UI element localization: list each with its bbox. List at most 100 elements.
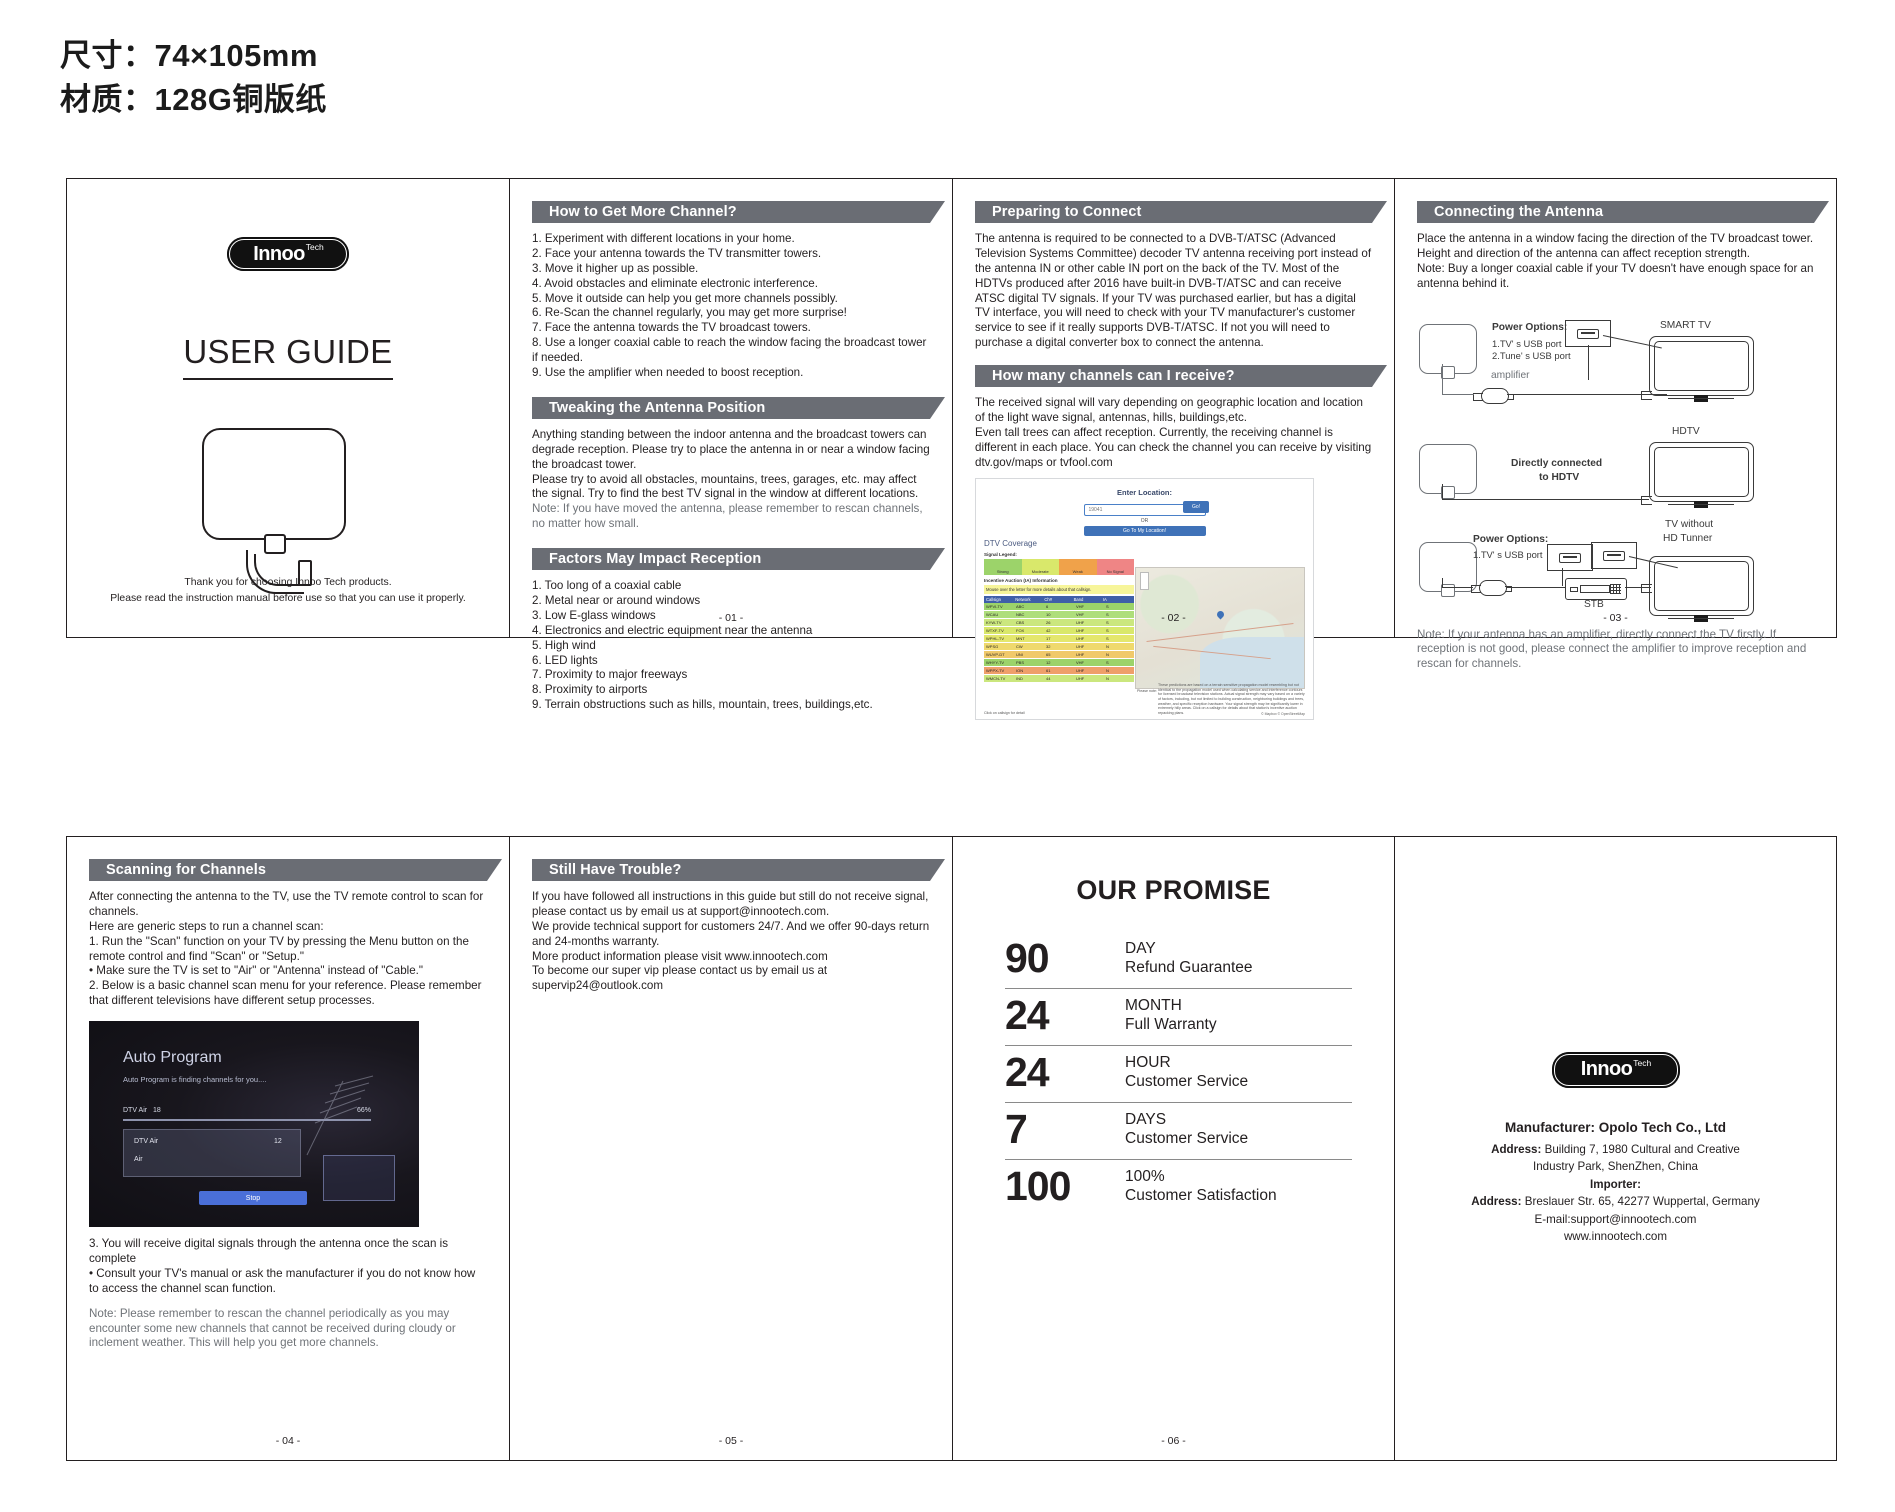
amplifier-label: amplifier — [1491, 369, 1530, 381]
promise-number: 24 — [1005, 1049, 1050, 1095]
promise-line-2: Customer Service — [1125, 1072, 1249, 1090]
table-row[interactable]: WPPX-TV ION 61 UHF N — [984, 667, 1134, 676]
list-item: 6. Re-Scan the channel regularly, you ma… — [532, 306, 847, 320]
paragraph: Place the antenna in a window facing the… — [1417, 232, 1814, 245]
cover-thanks-2: Please read the instruction manual befor… — [110, 592, 466, 604]
enter-location-label: Enter Location: — [1116, 487, 1172, 497]
map-zoom-control[interactable] — [1140, 571, 1149, 590]
scan-row-label: DTV Air 18 — [123, 1107, 161, 1115]
promise-list: 90 DAY Refund Guarantee 24 MONTH Full Wa… — [1005, 932, 1352, 1216]
section-heading-more-channel: How to Get More Channel? — [532, 201, 945, 223]
promise-line-2: Customer Satisfaction — [1125, 1186, 1277, 1204]
scan-secondary-panel — [323, 1155, 395, 1202]
cover-footer: Thank you for choosing Innoo Tech produc… — [67, 575, 509, 607]
promise-line-1: 100% — [1125, 1167, 1165, 1185]
promise-line-1: DAY — [1125, 939, 1156, 957]
promise-line-1: HOUR — [1125, 1053, 1171, 1071]
importer-address-row: Address: Breslauer Str. 65, 42277 Wupper… — [1471, 1193, 1760, 1210]
paragraph: More product information please visit ww… — [532, 949, 828, 963]
stop-button[interactable]: Stop — [199, 1191, 307, 1206]
tv-without-label-1: TV without — [1665, 518, 1714, 530]
promise-number: 90 — [1005, 935, 1050, 981]
manufacturer-name: Manufacturer: Opolo Tech Co., Ltd — [1504, 1119, 1726, 1135]
disclaimer-text: These predictions are based on a terrain… — [1158, 682, 1305, 715]
antenna-cable — [1442, 577, 1444, 587]
section-heading-trouble: Still Have Trouble? — [532, 859, 945, 881]
page-title: USER GUIDE — [183, 333, 393, 380]
panel-page-04: Scanning for Channels After connecting t… — [67, 837, 510, 1460]
manufacturer-address-line-2: Industry Park, ShenZhen, China — [1533, 1160, 1698, 1174]
page-number: - 03 - — [1603, 612, 1628, 624]
promise-row: 90 DAY Refund Guarantee — [1005, 932, 1352, 989]
page-number: - 05 - — [718, 1435, 744, 1447]
table-row[interactable]: WPVI-TV ABC 6 VHF S — [984, 603, 1134, 612]
go-to-my-location-button[interactable]: Go To My Location! — [1083, 525, 1206, 536]
legend-strong: Strong — [984, 558, 1022, 575]
promise-line-2: Customer Service — [1125, 1129, 1249, 1147]
paragraph: We provide technical support for custome… — [532, 919, 930, 948]
coax-cable — [1507, 586, 1567, 588]
section-heading-scanning: Scanning for Channels — [89, 859, 502, 881]
promise-line-1: DAYS — [1125, 1110, 1167, 1128]
panel-page-05: Still Have Trouble? If you have followed… — [510, 837, 953, 1460]
page-number: - 04 - — [275, 1435, 301, 1447]
table-row[interactable]: WPSG CW 32 UHF N — [984, 643, 1134, 652]
col-band: Band — [1073, 597, 1084, 603]
list-item: 5. High wind — [532, 638, 596, 652]
table-row[interactable]: WTXF-TV FOX 42 UHF S — [984, 627, 1134, 636]
section-heading-connecting: Connecting the Antenna — [1417, 201, 1829, 223]
list-item: 5. Move it outside can help you get more… — [532, 291, 838, 305]
antenna-icon — [1419, 323, 1477, 379]
list-item: 7. Face the antenna towards the TV broad… — [532, 321, 811, 335]
auto-program-title: Auto Program — [123, 1049, 222, 1067]
tv-port — [1641, 390, 1652, 400]
paragraph: 1. Run the "Scan" function on your TV by… — [89, 934, 469, 963]
usb-cable — [1562, 567, 1564, 586]
promise-row: 100 100% Customer Satisfaction — [1005, 1160, 1352, 1216]
section-heading-tweaking: Tweaking the Antenna Position — [532, 396, 945, 419]
paragraph: • Make sure the TV is set to "Air" or "A… — [89, 964, 423, 978]
coverage-map[interactable] — [1135, 566, 1305, 689]
brand-name: Innoo — [1580, 1058, 1633, 1081]
promise-number: 7 — [1005, 1106, 1028, 1152]
smart-tv-label: SMART TV — [1660, 319, 1711, 331]
power-options-title: Power Options: — [1492, 321, 1568, 333]
promise-text: 100% Customer Satisfaction — [1125, 1168, 1277, 1206]
antenna-cable — [1442, 393, 1474, 395]
list-item: 3. Move it higher up as possible. — [532, 261, 699, 275]
col-channel: Ch# — [1044, 597, 1053, 603]
station-table-header: Callsign Network Ch# Band IA — [984, 596, 1134, 604]
col-callsign: Callsign — [986, 597, 1001, 603]
spec-size: 尺寸：74×105mm — [60, 38, 318, 73]
promise-row: 24 HOUR Customer Service — [1005, 1046, 1352, 1103]
paragraph: 2. Below is a basic channel scan menu fo… — [89, 979, 482, 1008]
note-connecting: Note: If your antenna has an amplifier, … — [1417, 627, 1807, 671]
brand-sup: Tech — [1633, 1057, 1652, 1068]
manufacturer-block: Manufacturer: Opolo Tech Co., Ltd Addres… — [1471, 1118, 1760, 1246]
go-button[interactable]: Go! — [1183, 500, 1209, 513]
text-preparing: The antenna is required to be connected … — [975, 232, 1372, 350]
direct-label-2: to HDTV — [1539, 471, 1580, 483]
website-url: www.innootech.com — [1563, 1229, 1668, 1243]
page-number: - 02 - — [1161, 612, 1186, 624]
table-row[interactable]: WUVP-DT UNI 65 UHF N — [984, 651, 1134, 660]
text-tweaking: Anything standing between the indoor ant… — [532, 428, 930, 532]
table-row[interactable]: WMCN-TV IND 44 UHF N — [984, 675, 1134, 684]
list-item: 2. Metal near or around windows — [532, 594, 701, 608]
section-heading-how-many: How many channels can I receive? — [975, 365, 1387, 388]
usb-cable — [1588, 344, 1590, 380]
hdtv-label: HDTV — [1672, 425, 1700, 437]
text-trouble: If you have followed all instructions in… — [532, 890, 930, 994]
col-ia: IA — [1102, 597, 1107, 603]
cover-thanks-1: Thank you for choosing Innoo Tech produc… — [184, 576, 392, 588]
table-row[interactable]: WPHL-TV MNT 17 UHF S — [984, 635, 1134, 644]
note-scanning: Note: Please remember to rescan the chan… — [89, 1306, 456, 1350]
dtv-coverage-screenshot: Enter Location: 19041 Go! OR Go To My Lo… — [975, 477, 1314, 720]
tv-scan-screenshot: Auto Program Auto Program is finding cha… — [89, 1021, 419, 1228]
col-network: Network — [1015, 597, 1031, 603]
usb-port-icon — [1591, 541, 1637, 569]
power-options-title-2: Power Options: — [1473, 533, 1549, 545]
promise-number: 24 — [1005, 992, 1050, 1038]
text-how-many-1: The received signal will vary depending … — [975, 396, 1363, 425]
table-row[interactable]: WHYY-TV PBS 12 VHF S — [984, 659, 1134, 668]
